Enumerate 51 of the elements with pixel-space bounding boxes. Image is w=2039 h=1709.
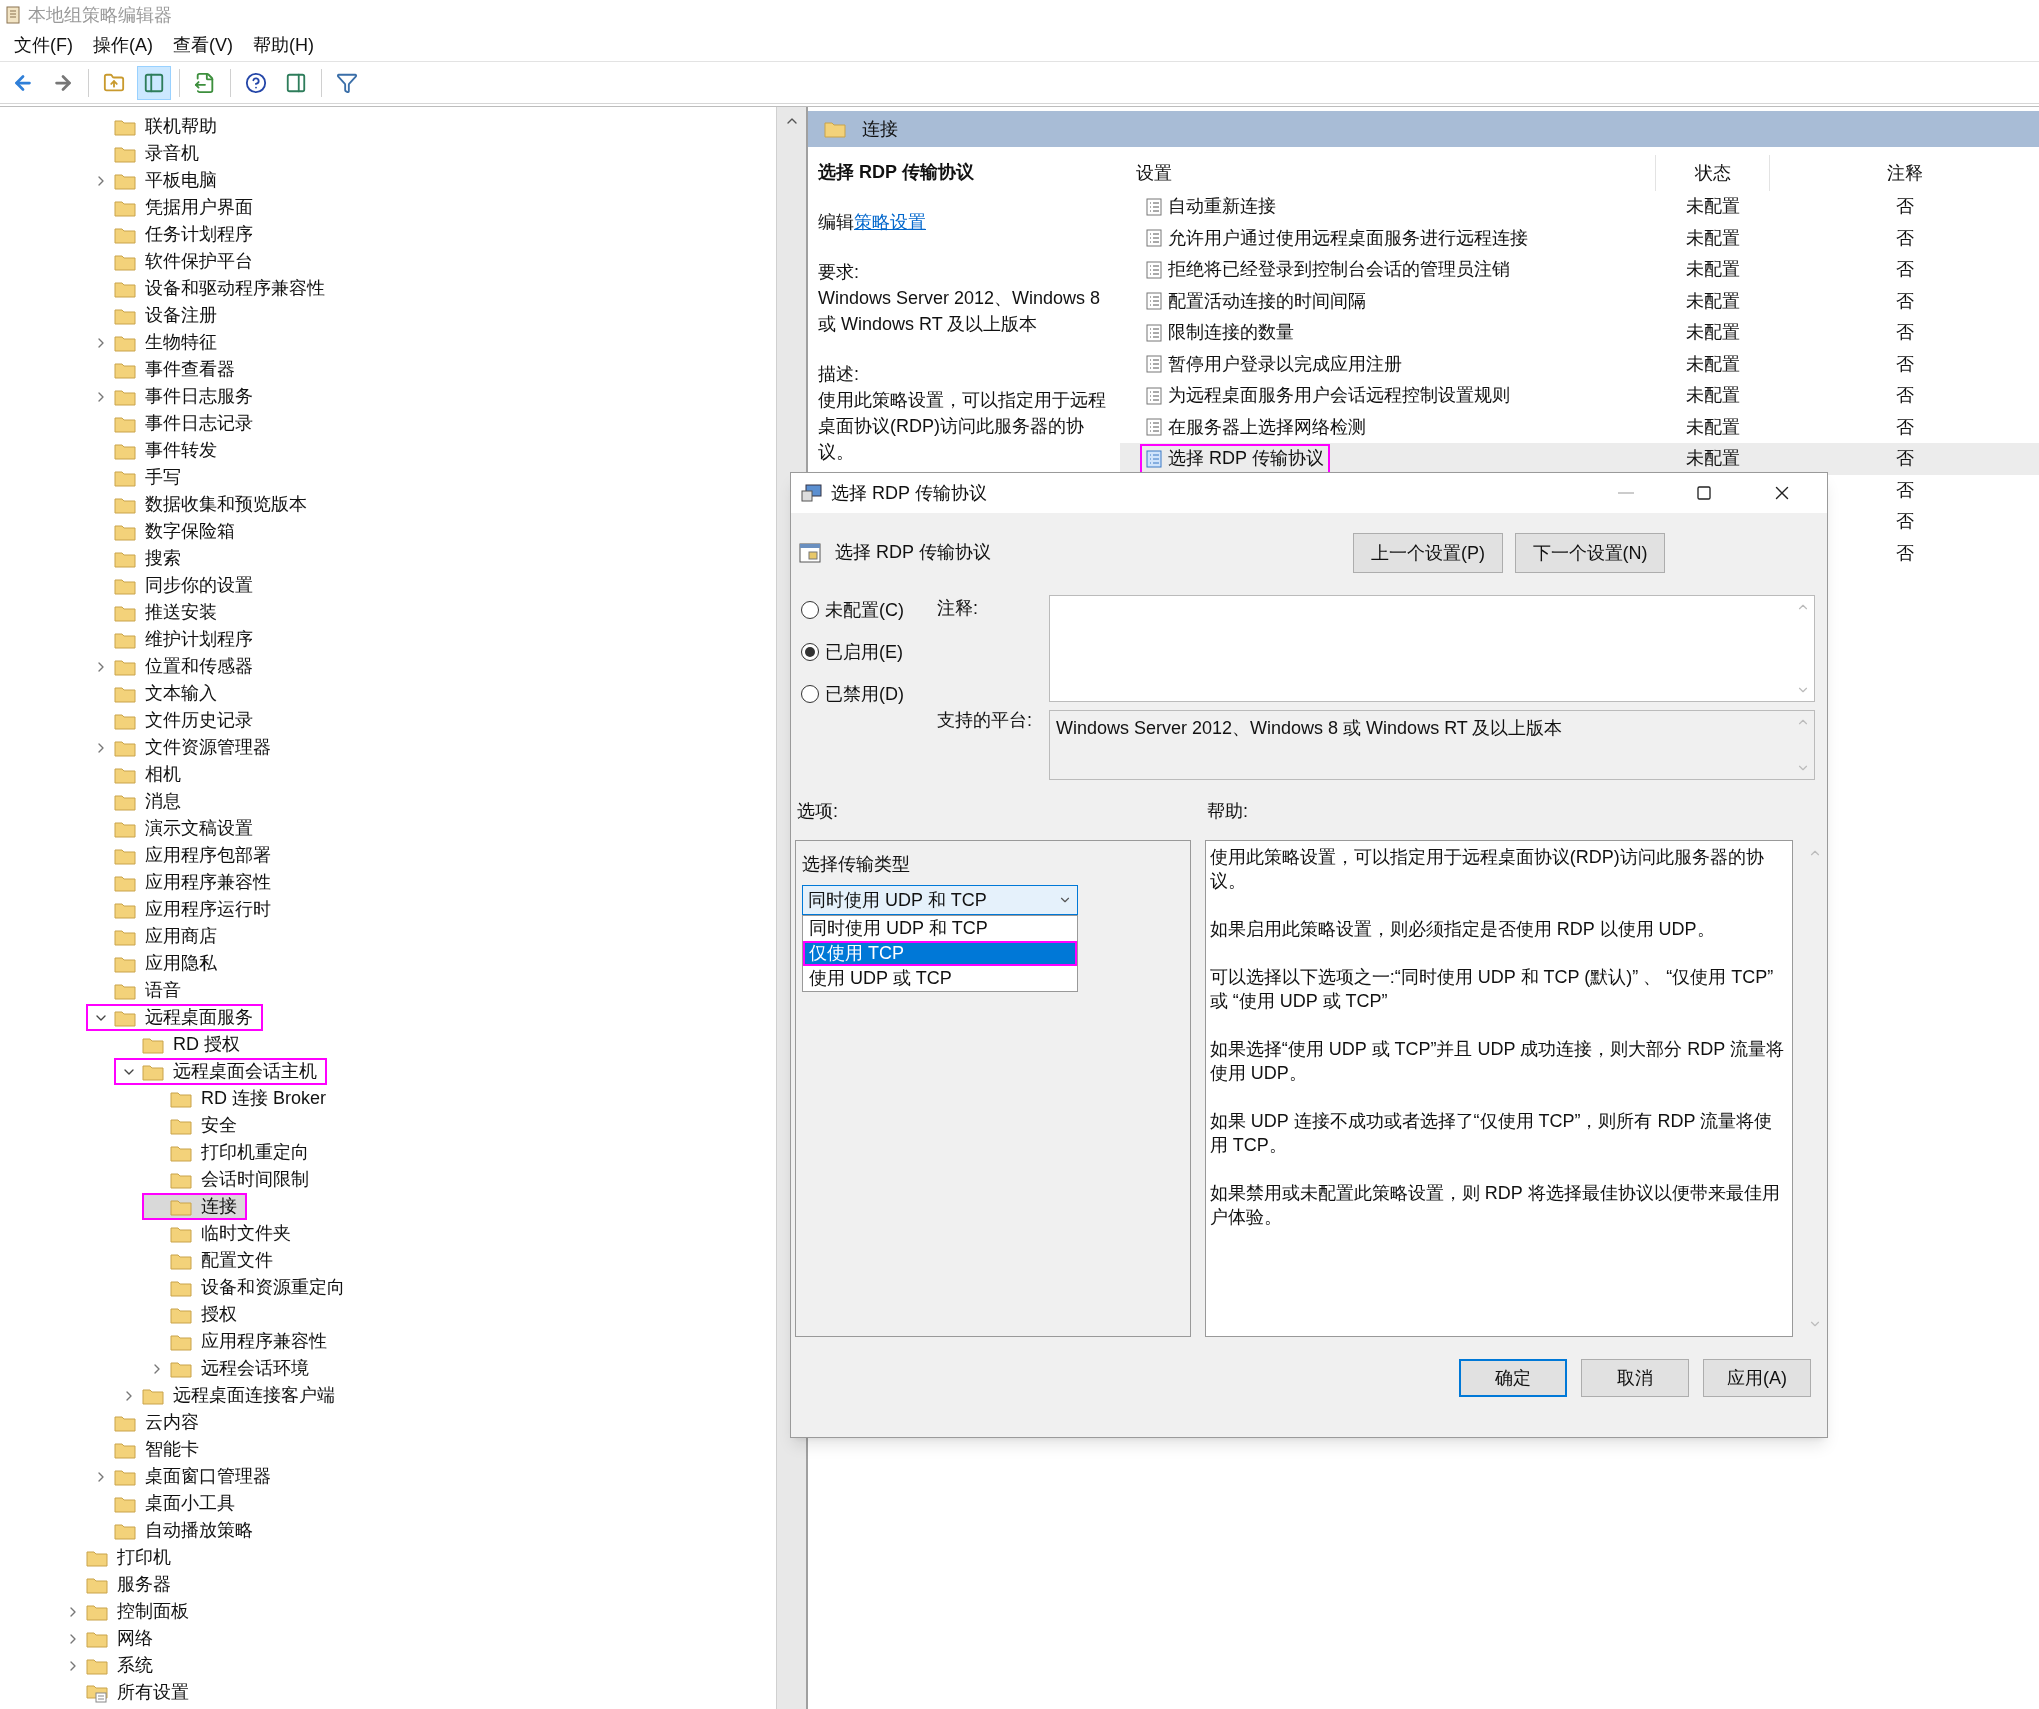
setting-name: 在服务器上选择网络检测 — [1168, 415, 1366, 439]
setting-name: 为远程桌面服务用户会话远程控制设置规则 — [1168, 384, 1510, 408]
table-cell-text: 否 — [1895, 321, 1914, 345]
setting-name: 拒绝将已经登录到控制台会话的管理员注销 — [1168, 258, 1510, 282]
window-title: 本地组策略编辑器 — [28, 3, 172, 27]
table-cell-text: 否 — [1895, 384, 1914, 408]
table-cell-text: 否 — [1895, 478, 1914, 502]
table-cell-text: 未配置 — [1686, 226, 1740, 250]
help-paragraph: 如果 UDP 连接不成功或者选择了“仅使用 TCP”，则所有 RDP 流量将使用 TCP。 — [1209, 1110, 1774, 1157]
table-cell-text: 未配置 — [1686, 258, 1740, 282]
help-paragraph: 可以选择以下选项之一:“同时使用 UDP 和 TCP (默认)” 、 “仅使用 TCP” 或 “使用 UDP 或 TCP” — [1209, 966, 1775, 1013]
table-cell-text: 否 — [1895, 289, 1914, 313]
options-label: 选项: — [797, 800, 839, 823]
requirements-text: Windows Server 2012、Windows 8 或 Windows RT 及以上版本 — [818, 287, 1102, 336]
description-label: 描述: — [818, 363, 860, 386]
setting-name: 暂停用户登录以完成应用注册 — [1168, 352, 1402, 376]
setting-name: 允许用户通过使用远程桌面服务进行远程连接 — [1168, 226, 1528, 250]
help-paragraph: 如果禁用或未配置此策略设置，则 RDP 将选择最佳协议以便带来最佳用户体验。 — [1209, 1182, 1781, 1229]
table-cell-text: 未配置 — [1686, 195, 1740, 219]
help-paragraph: 如果选择“使用 UDP 或 TCP”并且 UDP 成功连接，则大部分 RDP 流量将使用 UDP。 — [1209, 1038, 1785, 1085]
help-label: 帮助: — [1207, 800, 1248, 823]
table-cell-text: 否 — [1895, 510, 1914, 534]
table-cell-text: 未配置 — [1686, 415, 1740, 439]
table-cell-text: 未配置 — [1686, 384, 1740, 408]
help-paragraph: 使用此策略设置，可以指定用于远程桌面协议(RDP)访问此服务器的协议。 — [1209, 846, 1765, 893]
pane-title: 连接 — [862, 117, 898, 141]
platform-text: Windows Server 2012、Windows 8 或 Windows RT 及以上版本 — [1055, 717, 1564, 740]
table-cell-text: 否 — [1895, 352, 1914, 376]
table-cell-text: 否 — [1895, 415, 1914, 439]
help-paragraph: 如果启用此策略设置，则必须指定是否使用 RDP 以使用 UDP。 — [1209, 918, 1716, 941]
policy-title: 选择 RDP 传输协议 — [818, 161, 975, 184]
setting-name: 选择 RDP 传输协议 — [1168, 447, 1324, 471]
table-cell-text: 未配置 — [1686, 447, 1740, 471]
table-cell-text: 否 — [1895, 447, 1914, 471]
table-cell-text: 未配置 — [1686, 321, 1740, 345]
table-cell-text: 否 — [1895, 258, 1914, 282]
requirements-label: 要求: — [818, 261, 860, 284]
edit-label: 编辑 — [818, 211, 854, 234]
setting-name: 限制连接的数量 — [1168, 321, 1294, 345]
table-cell-text: 未配置 — [1686, 352, 1740, 376]
setting-name: 自动重新连接 — [1168, 195, 1276, 219]
setting-name: 配置活动连接的时间间隔 — [1168, 289, 1366, 313]
description-text: 使用此策略设置，可以指定用于远程桌面协议(RDP)访问此服务器的协议。 — [818, 389, 1107, 464]
comment-label: 注释: — [937, 597, 979, 620]
table-cell-text: 未配置 — [1686, 289, 1740, 313]
platform-label: 支持的平台: — [937, 709, 1033, 732]
table-cell-text: 否 — [1895, 195, 1914, 219]
table-cell-text: 否 — [1895, 226, 1914, 250]
transport-type-label: 选择传输类型 — [802, 852, 911, 876]
dialog-heading: 选择 RDP 传输协议 — [835, 541, 991, 564]
dialog-title: 选择 RDP 传输协议 — [831, 481, 988, 505]
